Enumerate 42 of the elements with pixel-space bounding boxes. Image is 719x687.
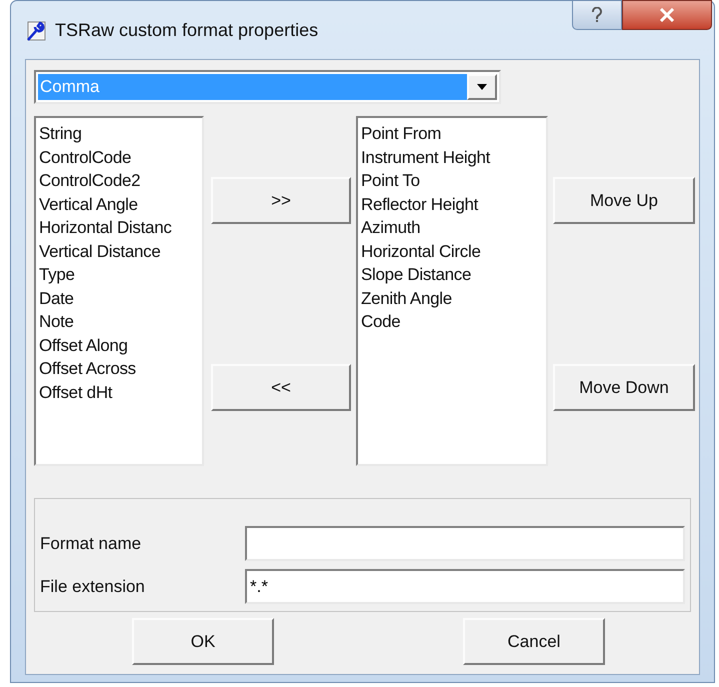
list-item[interactable]: Offset Across bbox=[39, 357, 199, 380]
list-item[interactable]: Vertical Angle bbox=[39, 192, 199, 216]
list-item[interactable]: Type bbox=[39, 263, 199, 286]
list-item[interactable]: Slope Distance bbox=[361, 263, 543, 286]
help-button[interactable] bbox=[572, 0, 622, 30]
list-item[interactable]: ControlCode bbox=[39, 146, 199, 169]
list-item[interactable]: Reflector Height bbox=[361, 192, 543, 216]
text-field[interactable]: *.* bbox=[245, 569, 685, 604]
list-item[interactable]: Horizontal Circle bbox=[361, 240, 543, 263]
list-item[interactable]: Azimuth bbox=[361, 216, 543, 240]
field-label: Format name bbox=[40, 532, 142, 555]
list-item[interactable]: Point To bbox=[361, 169, 543, 192]
list-item[interactable]: Instrument Height bbox=[361, 146, 543, 169]
button[interactable]: << bbox=[211, 364, 351, 411]
list-item[interactable]: Offset Along bbox=[39, 334, 199, 357]
list-item[interactable]: Point From bbox=[361, 122, 543, 146]
close-button[interactable] bbox=[622, 0, 712, 30]
wrench-icon bbox=[25, 20, 47, 42]
button[interactable]: Move Down bbox=[553, 364, 695, 411]
list-item[interactable]: Horizontal Distanc bbox=[39, 216, 199, 240]
list-item[interactable]: String bbox=[39, 122, 199, 146]
button[interactable]: Cancel bbox=[463, 618, 605, 665]
dropdown-arrow-button[interactable] bbox=[467, 74, 497, 100]
list-item[interactable]: Code bbox=[361, 310, 543, 334]
list-item[interactable]: ControlCode2 bbox=[39, 169, 199, 192]
button[interactable]: Move Up bbox=[553, 177, 695, 224]
help-icon bbox=[591, 7, 603, 23]
caret-icon bbox=[477, 84, 487, 90]
list-item[interactable]: Date bbox=[39, 286, 199, 310]
button[interactable]: OK bbox=[132, 618, 274, 665]
text-field[interactable] bbox=[245, 526, 685, 561]
dropdown-value: Comma bbox=[38, 74, 467, 100]
list-item[interactable]: Offset dHt bbox=[39, 380, 199, 404]
field-label: File extension bbox=[40, 576, 146, 598]
window-title: TSRaw custom format properties bbox=[55, 19, 318, 42]
list-item[interactable]: Note bbox=[39, 310, 199, 334]
list-box[interactable]: String ControlCode ControlCode2 Vertical Angle Horizontal Distanc Vertical Distance Type Date Note Offset Along Offset Across Offset dHt bbox=[34, 116, 204, 466]
list-box[interactable]: Point From Instrument Height Point To Reflector Height Azimuth Horizontal Circle Slope Distance Zenith Angle Code bbox=[356, 116, 548, 466]
list-item[interactable]: Zenith Angle bbox=[361, 286, 543, 310]
close-icon bbox=[659, 8, 675, 22]
list-item[interactable]: Vertical Distance bbox=[39, 240, 199, 263]
button[interactable]: >> bbox=[211, 177, 351, 224]
